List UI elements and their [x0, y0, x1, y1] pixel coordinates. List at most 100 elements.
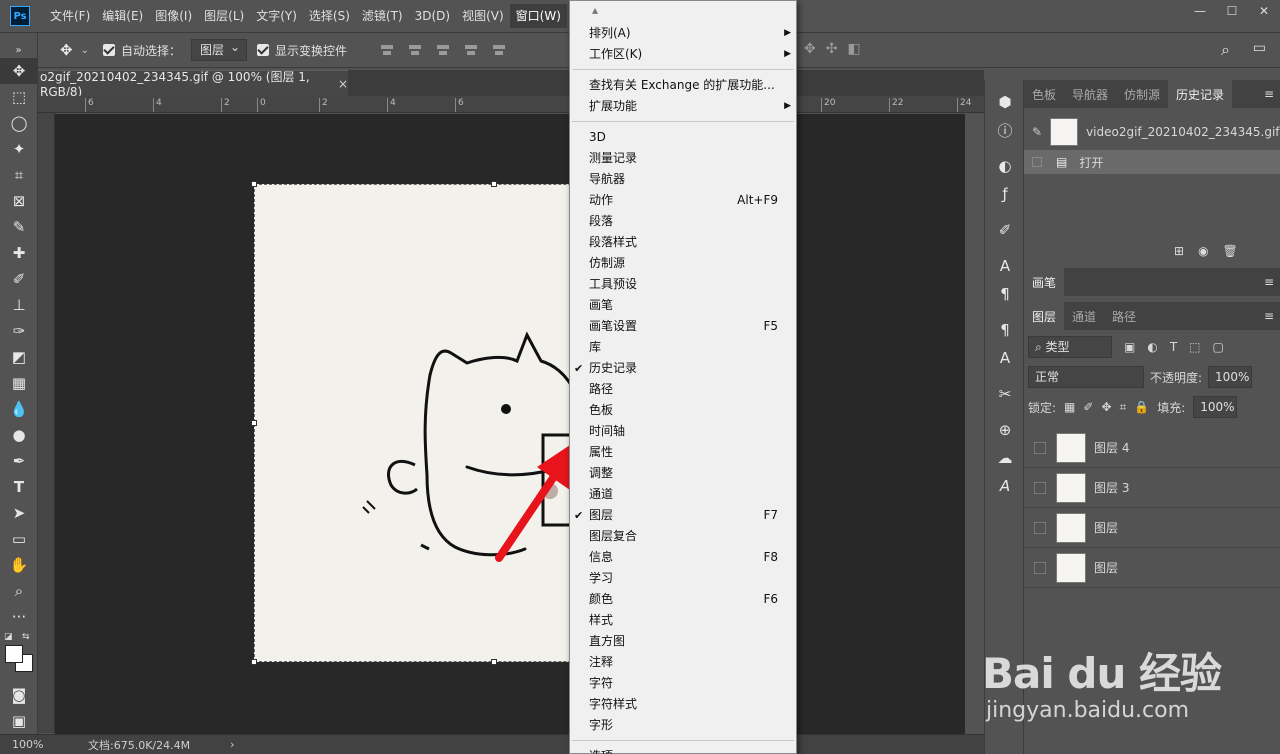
layer-visibility-icon[interactable] — [1034, 521, 1046, 534]
window-menu-item[interactable]: 路径 — [570, 379, 796, 400]
libraries-icon[interactable]: ⬢ — [985, 88, 1025, 116]
pen-tool-icon[interactable]: ✒ — [0, 448, 38, 474]
panel-tab[interactable]: 历史记录 — [1168, 80, 1233, 108]
panel-tab[interactable]: 路径 — [1104, 302, 1144, 330]
dodge-tool-icon[interactable]: ● — [0, 422, 38, 448]
3d-video-icon[interactable]: ◧ — [847, 41, 860, 57]
creative-cloud-icon[interactable]: ☁ — [985, 444, 1025, 472]
pixel-filter-icon[interactable]: ▣ — [1124, 340, 1135, 354]
default-colors-icon[interactable]: ◪ — [4, 632, 13, 642]
workspace-icon[interactable]: ▭ — [1253, 40, 1266, 56]
menu-item[interactable]: 文字(Y) — [250, 4, 303, 28]
blend-mode-dropdown[interactable]: 正常 — [1028, 366, 1144, 388]
opacity-input[interactable]: 100% — [1208, 366, 1253, 388]
show-transform-checkbox[interactable]: 显示变换控件 — [257, 42, 347, 59]
history-brush-tool-icon[interactable]: ✑ — [0, 318, 38, 344]
window-menu-item[interactable]: 信息 F8 — [570, 547, 796, 568]
align-left-icon[interactable] — [379, 42, 395, 58]
menu-item[interactable]: 滤镜(T) — [356, 4, 409, 28]
transform-handle[interactable] — [251, 420, 257, 426]
glyphs-icon[interactable]: A — [985, 472, 1025, 500]
maximize-button[interactable]: ☐ — [1216, 0, 1248, 22]
history-brush-source-icon[interactable]: ✎ — [1032, 125, 1042, 139]
menu-item[interactable]: 文件(F) — [44, 4, 96, 28]
window-menu-item[interactable]: 图层 ✔ F7 — [570, 505, 796, 526]
trash-icon[interactable]: 🗑 — [1223, 244, 1238, 258]
layer-row[interactable]: 图层 3 — [1024, 468, 1280, 508]
window-menu-item[interactable]: 3D — [570, 127, 796, 148]
window-menu-item[interactable]: 段落 — [570, 211, 796, 232]
window-menu-item[interactable]: 颜色 F6 — [570, 589, 796, 610]
window-menu-item[interactable]: 画笔 — [570, 295, 796, 316]
more-tools-icon[interactable]: ··· — [0, 604, 38, 630]
panel-tab[interactable]: 色板 — [1024, 80, 1064, 108]
chevron-right-icon[interactable]: › — [230, 738, 234, 751]
window-menu-item[interactable]: 字符 — [570, 673, 796, 694]
layer-filter-dropdown[interactable]: ⌕ 类型 — [1028, 336, 1112, 358]
brush-tool-icon[interactable]: ✐ — [0, 266, 38, 292]
lock-artboard-icon[interactable]: ⌗ — [1120, 400, 1127, 415]
healing-tool-icon[interactable]: ✚ — [0, 240, 38, 266]
menu-item[interactable]: 窗口(W) — [509, 4, 567, 28]
adjustments-icon[interactable]: ◐ — [985, 152, 1025, 180]
menu-item[interactable]: 图层(L) — [198, 4, 250, 28]
layer-visibility-icon[interactable] — [1034, 441, 1046, 454]
camera-icon[interactable]: ◉ — [1198, 244, 1208, 258]
lasso-tool-icon[interactable]: ◯ — [0, 110, 38, 136]
quick-mask-icon[interactable]: ◙ — [0, 682, 38, 708]
move-tool-icon[interactable]: ✥ — [0, 58, 38, 84]
history-step[interactable]: ▤ 打开 — [1024, 150, 1280, 174]
chevron-down-icon[interactable]: ⌄ — [81, 45, 89, 56]
window-menu-item[interactable]: 属性 — [570, 442, 796, 463]
transform-handle[interactable] — [491, 181, 497, 187]
window-menu-item[interactable]: 动作 Alt+F9 — [570, 190, 796, 211]
3d-pan-icon[interactable]: ✥ — [804, 41, 816, 57]
stamp-tool-icon[interactable]: ⊥ — [0, 292, 38, 318]
window-menu-item[interactable]: 选项 — [570, 746, 796, 754]
window-menu-item[interactable]: 字形 — [570, 715, 796, 736]
window-menu-item[interactable]: 排列(A) ▶ — [570, 23, 796, 44]
screen-mode-icon[interactable]: ▣ — [0, 708, 38, 734]
lock-position-icon[interactable]: ✥ — [1101, 400, 1111, 414]
minimize-button[interactable]: — — [1184, 0, 1216, 22]
panel-tab[interactable]: 通道 — [1064, 302, 1104, 330]
move-tool-preset-icon[interactable]: ✥ — [60, 41, 73, 59]
3d-slide-icon[interactable]: ✣ — [826, 41, 838, 57]
character-icon[interactable]: A — [985, 252, 1025, 280]
magic-wand-tool-icon[interactable]: ✦ — [0, 136, 38, 162]
info-icon[interactable]: ⓘ — [985, 116, 1025, 144]
adjustment-filter-icon[interactable]: ◐ — [1147, 340, 1157, 354]
tab-brush[interactable]: 画笔 — [1024, 268, 1065, 296]
menu-item[interactable]: 选择(S) — [303, 4, 356, 28]
window-menu-item[interactable]: 图层复合 — [570, 526, 796, 547]
fill-input[interactable]: 100% — [1193, 396, 1238, 418]
window-menu-item[interactable]: 工具预设 — [570, 274, 796, 295]
marquee-tool-icon[interactable]: ⬚ — [0, 84, 38, 110]
layer-row[interactable]: 图层 — [1024, 548, 1280, 588]
transform-handle[interactable] — [491, 659, 497, 665]
hand-tool-icon[interactable]: ✋ — [0, 552, 38, 578]
eyedropper-tool-icon[interactable]: ✎ — [0, 214, 38, 240]
window-menu-item[interactable]: 通道 — [570, 484, 796, 505]
lock-all-icon[interactable]: 🔒 — [1134, 400, 1149, 414]
layer-row[interactable]: 图层 — [1024, 508, 1280, 548]
history-step-checkbox[interactable] — [1032, 157, 1042, 167]
panel-tab[interactable]: 导航器 — [1064, 80, 1116, 108]
window-menu-item[interactable]: 查找有关 Exchange 的扩展功能... — [570, 75, 796, 96]
align-top-icon[interactable] — [491, 42, 507, 58]
window-menu-item[interactable]: 历史记录 ✔ — [570, 358, 796, 379]
layer-row[interactable]: 图层 4 — [1024, 428, 1280, 468]
window-menu-item[interactable]: 样式 — [570, 610, 796, 631]
window-menu-item[interactable]: 时间轴 — [570, 421, 796, 442]
blur-tool-icon[interactable]: 💧 — [0, 396, 38, 422]
panel-menu-icon[interactable]: ≡ — [1258, 302, 1280, 330]
panel-tab[interactable]: 仿制源 — [1116, 80, 1168, 108]
close-tab-icon[interactable]: × — [338, 77, 348, 91]
close-button[interactable]: ✕ — [1248, 0, 1280, 22]
layer-visibility-icon[interactable] — [1034, 481, 1046, 494]
clone-source-icon[interactable]: ⊕ — [985, 416, 1025, 444]
window-menu-item[interactable]: 注释 — [570, 652, 796, 673]
window-menu-item[interactable]: 直方图 — [570, 631, 796, 652]
menu-item[interactable]: 图像(I) — [149, 4, 198, 28]
menu-item[interactable]: 3D(D) — [409, 4, 456, 28]
